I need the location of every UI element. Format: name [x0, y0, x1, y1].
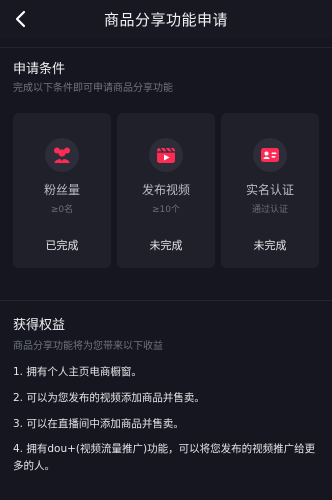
section-divider — [0, 47, 332, 48]
benefits-subtitle: 商品分享功能将为您带来以下收益 — [13, 341, 163, 352]
conditions-title: 申请条件 — [13, 62, 66, 77]
benefit-item: 2. 可以为您发布的视频添加商品并售卖。 — [13, 392, 205, 404]
section-divider — [0, 300, 332, 301]
conditions-subtitle: 完成以下条件即可申请商品分享功能 — [13, 83, 173, 94]
benefits-title: 获得权益 — [13, 318, 66, 333]
card-title: 发布视频 — [141, 183, 190, 197]
page-title: 商品分享功能申请 — [103, 11, 228, 29]
card-requirement: 通过认证 — [251, 205, 288, 215]
status-incomplete: 未完成 — [253, 239, 287, 252]
condition-card-fans: 粉丝量 ≥0名 已完成 — [13, 113, 111, 268]
card-title: 实名认证 — [245, 183, 294, 197]
card-requirement: ≥10个 — [152, 205, 180, 215]
condition-card-videos: 发布视频 ≥10个 未完成 — [117, 113, 215, 268]
status-completed: 已完成 — [45, 239, 79, 252]
product-share-application-page: 商品分享功能申请 申请条件 完成以下条件即可申请商品分享功能 粉丝量 ≥0名 已… — [0, 0, 332, 500]
condition-card-verification: 实名认证 通过认证 未完成 — [221, 113, 319, 268]
card-requirement: ≥0名 — [50, 205, 74, 215]
navigation-bar: 商品分享功能申请 — [0, 0, 332, 38]
id-card-icon — [253, 138, 287, 172]
benefit-item: 4. 拥有dou+(视频流量推广)功能，可以将您发布的视频推广给更多的人。 — [13, 443, 316, 472]
card-title: 粉丝量 — [43, 183, 80, 197]
video-icon — [149, 138, 183, 172]
fans-icon — [45, 138, 79, 172]
benefit-item: 3. 可以在直播间中添加商品并售卖。 — [13, 418, 184, 430]
status-incomplete: 未完成 — [149, 239, 183, 252]
benefit-item: 1. 拥有个人主页电商橱窗。 — [13, 366, 142, 378]
